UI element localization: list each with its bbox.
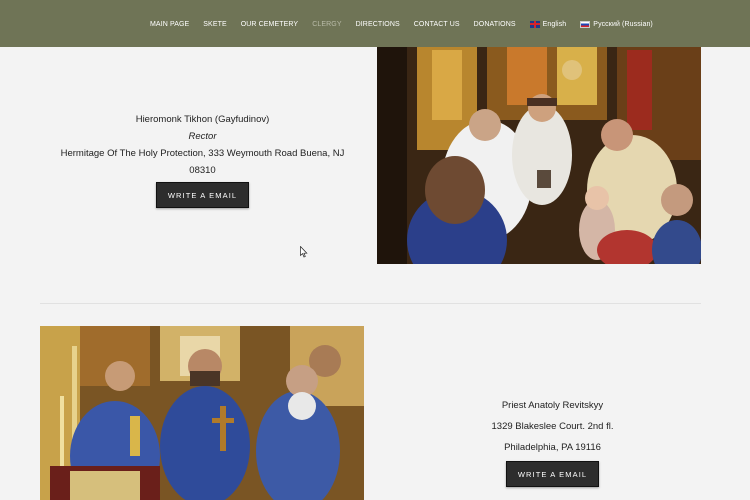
main-nav: MAIN PAGE SKETE OUR CEMETERY CLERGY DIRE… bbox=[150, 17, 667, 31]
language-russian-link[interactable]: Русский (Russian) bbox=[580, 20, 653, 28]
clergy-address-line-2: Philadelphia, PA 19116 bbox=[504, 442, 601, 453]
top-navbar: MAIN PAGE SKETE OUR CEMETERY CLERGY DIRE… bbox=[0, 0, 750, 47]
nav-item-directions[interactable]: DIRECTIONS bbox=[356, 21, 400, 28]
section-divider bbox=[40, 303, 701, 304]
uk-flag-icon bbox=[529, 20, 540, 28]
language-russian-label: Русский (Russian) bbox=[593, 20, 653, 28]
write-email-button[interactable]: WRITE A EMAIL bbox=[155, 182, 250, 208]
clergy-role: Rector bbox=[188, 131, 217, 142]
clergy-photo-anatoly bbox=[40, 326, 364, 500]
nav-item-donations[interactable]: DONATIONS bbox=[474, 21, 516, 28]
nav-item-main-page[interactable]: MAIN PAGE bbox=[150, 21, 189, 28]
russia-flag-icon bbox=[580, 20, 591, 28]
clergy-name: Hieromonk Tikhon (Gayfudinov) bbox=[135, 114, 270, 125]
language-english-link[interactable]: English bbox=[529, 20, 567, 28]
language-english-label: English bbox=[542, 20, 567, 28]
clergy-name: Priest Anatoly Revitskyy bbox=[501, 400, 604, 411]
nav-item-contact-us[interactable]: CONTACT US bbox=[414, 21, 460, 28]
clergy-info-tikhon: Hieromonk Tikhon (Gayfudinov) Rector Her… bbox=[50, 111, 355, 208]
nav-item-our-cemetery[interactable]: OUR CEMETERY bbox=[241, 21, 298, 28]
mouse-pointer-icon bbox=[300, 246, 308, 258]
write-email-button[interactable]: WRITE A EMAIL bbox=[505, 461, 600, 487]
nav-item-skete[interactable]: SKETE bbox=[203, 21, 226, 28]
clergy-address-line-1: 1329 Blakeslee Court. 2nd fl. bbox=[491, 421, 614, 432]
clergy-address: Hermitage Of The Holy Protection, 333 We… bbox=[60, 148, 345, 176]
nav-item-clergy[interactable]: CLERGY bbox=[312, 21, 341, 28]
clergy-info-anatoly: Priest Anatoly Revitskyy 1329 Blakeslee … bbox=[380, 395, 725, 487]
clergy-photo-tikhon bbox=[377, 40, 701, 264]
